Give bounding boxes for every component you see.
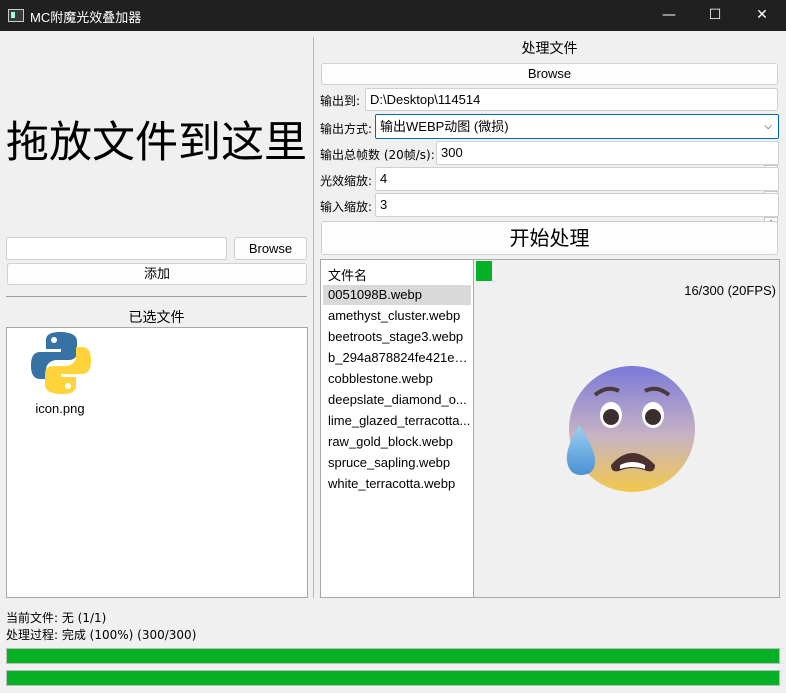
list-item[interactable]: beetroots_stage3.webp: [323, 327, 471, 347]
list-item[interactable]: amethyst_cluster.webp: [323, 306, 471, 326]
file-path-input[interactable]: [6, 237, 227, 260]
list-item[interactable]: raw_gold_block.webp: [323, 432, 471, 452]
python-icon: [31, 332, 91, 394]
process-files-title: 处理文件: [521, 41, 578, 57]
window-title: MC附魔光效叠加器: [30, 10, 142, 25]
preview-pane: 16/300 (20FPS): [474, 259, 780, 598]
output-mode-label: 输出方式:: [320, 122, 373, 136]
output-to-label: 输出到:: [320, 94, 361, 108]
file-list-header[interactable]: 文件名: [328, 265, 367, 284]
file-tile-name: icon.png: [35, 401, 85, 416]
glint-scale-value: 4: [380, 171, 388, 186]
list-item[interactable]: b_294a878824fe421ee...: [323, 348, 471, 368]
file-tile[interactable]: icon.png: [25, 330, 95, 420]
app-window: MC附魔光效叠加器 — ☐ ✕ 拖放文件到这里 Browse 添加 已选文件 i…: [0, 0, 786, 693]
panel-splitter[interactable]: [313, 37, 314, 598]
progress-bar-secondary: [6, 670, 780, 686]
glint-scale-label: 光效缩放:: [320, 174, 373, 188]
output-path-field[interactable]: D:\Desktop\114514: [365, 88, 778, 111]
list-item[interactable]: 0051098B.webp: [323, 285, 471, 305]
progress-bar-primary: [6, 648, 780, 664]
drop-zone-label[interactable]: 拖放文件到这里: [6, 108, 307, 170]
divider: [6, 296, 307, 297]
chevron-down-icon: ⌵: [764, 121, 772, 132]
total-frames-spinbox[interactable]: 300 ▲▼: [436, 141, 779, 185]
preview-progress-chunk: [476, 261, 492, 281]
selected-files-panel[interactable]: icon.png: [6, 327, 308, 598]
processing-status: 处理过程: 完成 (100%) (300/300): [6, 628, 197, 642]
total-frames-value: 300: [441, 145, 463, 160]
input-scale-value: 3: [380, 197, 388, 212]
left-browse-button[interactable]: Browse: [234, 237, 307, 260]
glint-scale-spinbox[interactable]: 4 ▲▼: [375, 167, 779, 211]
list-item[interactable]: white_terracotta.webp: [323, 474, 471, 494]
close-button[interactable]: ✕: [739, 0, 785, 31]
right-browse-button[interactable]: Browse: [321, 63, 778, 85]
list-item[interactable]: spruce_sapling.webp: [323, 453, 471, 473]
maximize-button[interactable]: ☐: [692, 0, 738, 31]
output-mode-value: 输出WEBP动图 (微损): [380, 119, 509, 134]
list-item[interactable]: lime_glazed_terracotta...: [323, 411, 471, 431]
list-item[interactable]: cobblestone.webp: [323, 369, 471, 389]
add-button[interactable]: 添加: [7, 263, 307, 285]
file-list[interactable]: 文件名 0051098B.webp amethyst_cluster.webp …: [320, 259, 474, 598]
total-frames-label: 输出总帧数 (20帧/s):: [320, 148, 435, 162]
anxious-face-icon: [566, 366, 695, 492]
app-icon: [8, 9, 24, 22]
start-processing-button[interactable]: 开始处理: [321, 221, 778, 255]
list-item[interactable]: deepslate_diamond_o...: [323, 390, 471, 410]
input-scale-label: 输入缩放:: [320, 200, 373, 214]
preview-frame-counter: 16/300 (20FPS): [684, 283, 776, 298]
input-scale-spinbox[interactable]: 3 ▲▼: [375, 193, 779, 237]
output-mode-select[interactable]: 输出WEBP动图 (微损) ⌵: [375, 114, 779, 139]
title-bar[interactable]: MC附魔光效叠加器 — ☐ ✕: [0, 0, 786, 31]
minimize-button[interactable]: —: [646, 0, 692, 31]
current-file-status: 当前文件: 无 (1/1): [6, 611, 107, 625]
selected-files-title: 已选文件: [128, 310, 185, 326]
